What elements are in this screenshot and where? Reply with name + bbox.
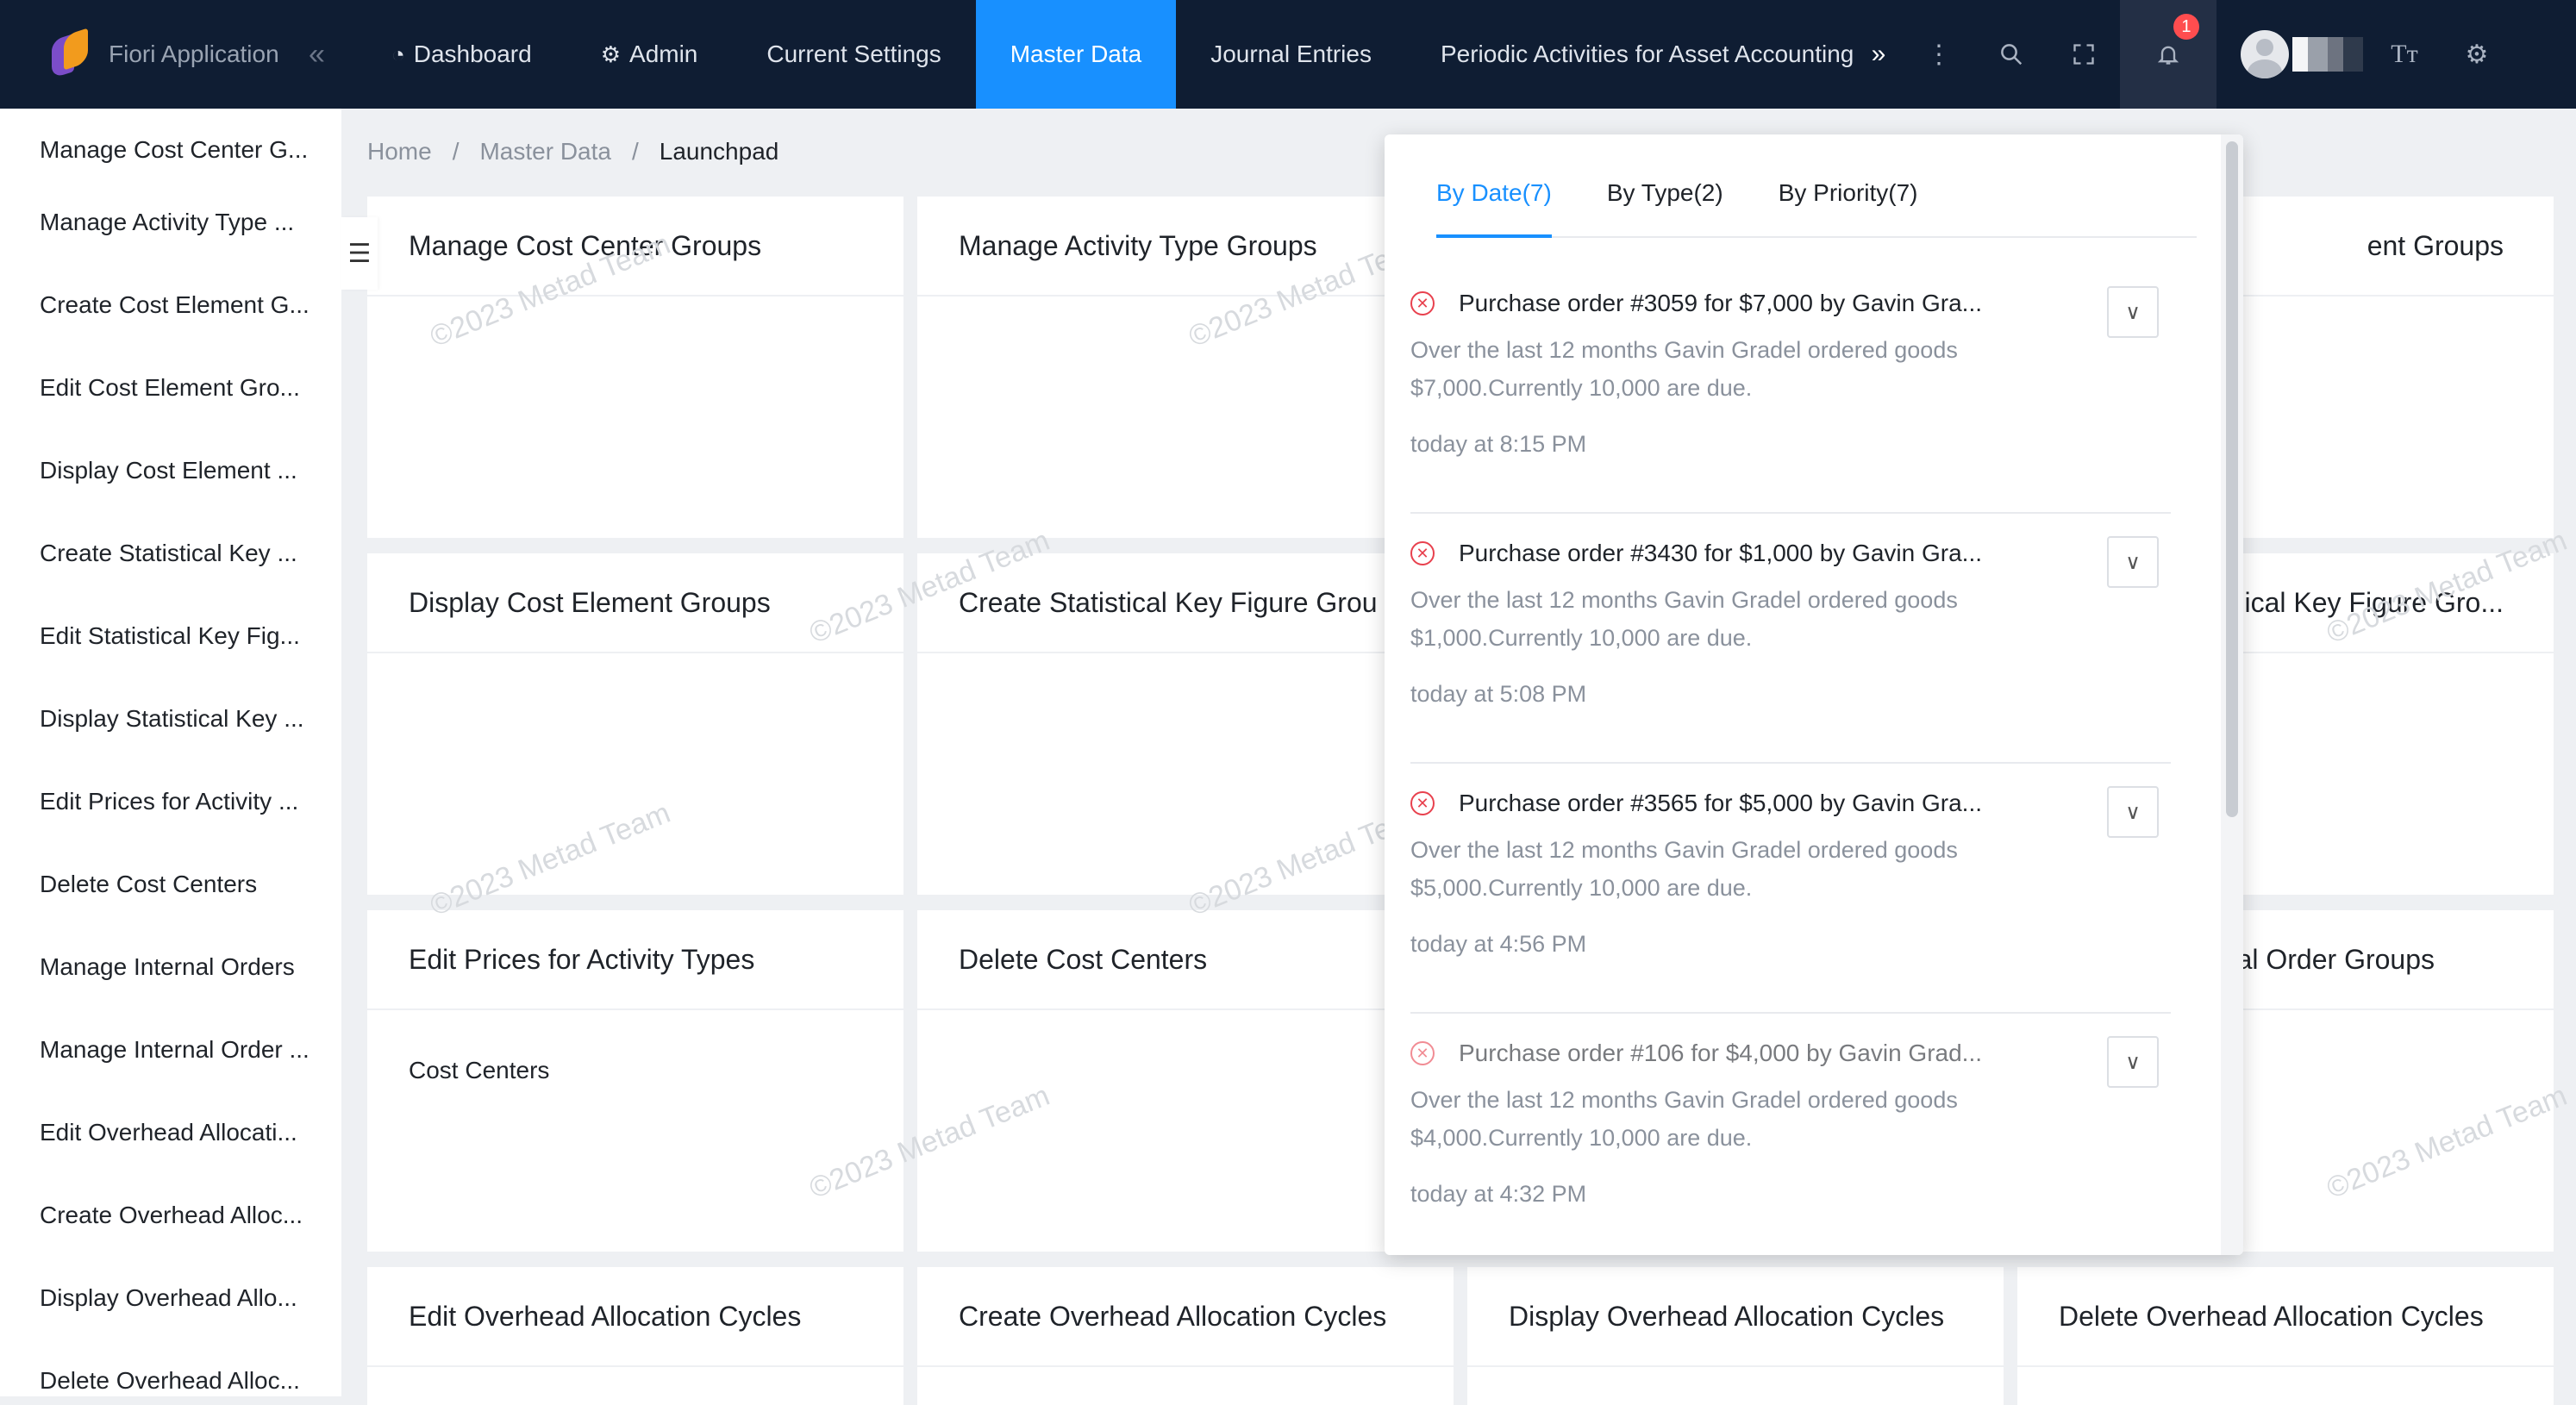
notification-bell-icon[interactable]: 1	[2119, 0, 2216, 109]
notification-time: today at 8:15 PM	[1410, 431, 1587, 457]
notification-popover: By Date(7) By Type(2) By Priority(7) ✕ P…	[1385, 134, 2243, 1255]
error-icon: ✕	[1410, 1041, 1435, 1065]
sidebar-item[interactable]: Create Cost Element G...	[0, 264, 341, 347]
sidebar-item[interactable]: Manage Internal Orders	[0, 926, 341, 1008]
sidebar-item[interactable]: Edit Cost Element Gro...	[0, 347, 341, 429]
sidebar-item[interactable]: Edit Statistical Key Fig...	[0, 595, 341, 678]
notification-count-badge: 1	[2173, 14, 2199, 40]
notification-title: Purchase order #3059 for $7,000 by Gavin…	[1459, 290, 1983, 316]
notification-item[interactable]: ✕ Purchase order #3430 for $1,000 by Gav…	[1410, 536, 2171, 764]
tile-title: Manage Cost Center Groups	[367, 197, 903, 297]
tab-current-settings[interactable]: Current Settings	[732, 0, 975, 109]
notification-title: Purchase order #3430 for $1,000 by Gavin…	[1459, 540, 1983, 566]
notification-description: Over the last 12 months Gavin Gradel ord…	[1410, 587, 1958, 651]
tile-title: Edit Prices for Activity Types	[367, 910, 903, 1010]
tile-title: Delete Cost Centers	[917, 910, 1454, 1010]
sidebar-item[interactable]: Manage Cost Center G...	[0, 119, 341, 181]
more-options-icon[interactable]: ⋮	[1903, 0, 1975, 109]
sidebar-item[interactable]: Edit Overhead Allocati...	[0, 1091, 341, 1174]
sidebar-item[interactable]: Manage Activity Type ...	[0, 181, 341, 264]
tab-journal-entries[interactable]: Journal Entries	[1176, 0, 1406, 109]
tile-title: Manage Activity Type Groups	[917, 197, 1454, 297]
sidebar-item[interactable]: Delete Cost Centers	[0, 843, 341, 926]
notification-time: today at 5:08 PM	[1410, 681, 1587, 707]
tile-delete-cost-centers[interactable]: Delete Cost Centers	[917, 910, 1454, 1252]
notification-title: Purchase order #3565 for $5,000 by Gavin…	[1459, 790, 1983, 816]
notification-description: Over the last 12 months Gavin Gradel ord…	[1410, 1087, 1958, 1151]
tab-admin[interactable]: ⚙ Admin	[566, 0, 733, 109]
chevron-down-icon[interactable]: ∨	[2107, 286, 2159, 338]
breadcrumb-current: Launchpad	[659, 138, 779, 165]
notification-item[interactable]: ✕ Purchase order #106 for $4,000 by Gavi…	[1410, 1036, 2171, 1255]
tile-title: Edit Overhead Allocation Cycles	[367, 1267, 903, 1367]
search-icon[interactable]	[1975, 0, 2048, 109]
app-logo[interactable]	[52, 28, 88, 79]
chevron-down-icon[interactable]: ∨	[2107, 1036, 2159, 1088]
app-title: Fiori Application	[109, 41, 279, 67]
avatar	[2240, 30, 2289, 78]
tile-edit-overhead-allocation-cycles[interactable]: Edit Overhead Allocation Cycles	[367, 1267, 903, 1405]
tile-display-cost-element-groups[interactable]: Display Cost Element Groups	[367, 553, 903, 895]
nav-more-icon[interactable]: »	[1854, 0, 1903, 109]
dashboard-icon: ◔	[391, 41, 405, 67]
collapse-sidebar-icon[interactable]: «	[309, 38, 357, 72]
breadcrumb-section[interactable]: Master Data	[479, 138, 611, 165]
font-size-icon[interactable]: Tт	[2368, 0, 2441, 109]
tab-by-type[interactable]: By Type(2)	[1607, 179, 1723, 236]
error-icon: ✕	[1410, 291, 1435, 315]
scrollbar-thumb[interactable]	[2226, 141, 2238, 817]
breadcrumb: Home / Master Data / Launchpad	[367, 134, 778, 169]
tile-title: Create Overhead Allocation Cycles	[917, 1267, 1454, 1367]
notification-time: today at 4:32 PM	[1410, 1181, 1587, 1207]
tab-periodic-activities[interactable]: Periodic Activities for Asset Accounting	[1406, 0, 1854, 109]
user-name-blurred	[2292, 37, 2363, 72]
chevron-down-icon[interactable]: ∨	[2107, 786, 2159, 838]
notification-title: Purchase order #106 for $4,000 by Gavin …	[1459, 1040, 1983, 1066]
main-nav: ◔ Dashboard ⚙ Admin Current Settings Mas…	[357, 0, 1854, 109]
gear-icon: ⚙	[600, 41, 622, 67]
tab-by-priority[interactable]: By Priority(7)	[1779, 179, 1918, 236]
notification-item[interactable]: ✕ Purchase order #3565 for $5,000 by Gav…	[1410, 786, 2171, 1014]
breadcrumb-separator: /	[452, 138, 460, 165]
tile-display-overhead-allocation-cycles[interactable]: Display Overhead Allocation Cycles	[1467, 1267, 2004, 1405]
tile-manage-activity-type-groups[interactable]: Manage Activity Type Groups	[917, 197, 1454, 538]
tile-title: Delete Overhead Allocation Cycles	[2017, 1267, 2554, 1367]
notification-tabs: By Date(7) By Type(2) By Priority(7)	[1436, 179, 2197, 238]
tile-title: Create Statistical Key Figure Grou	[917, 553, 1454, 653]
sidebar-item[interactable]: Create Statistical Key ...	[0, 512, 341, 595]
tab-by-date[interactable]: By Date(7)	[1436, 179, 1552, 238]
tile-create-overhead-allocation-cycles[interactable]: Create Overhead Allocation Cycles	[917, 1267, 1454, 1405]
notification-description: Over the last 12 months Gavin Gradel ord…	[1410, 337, 1958, 401]
settings-gear-icon[interactable]: ⚙	[2441, 0, 2513, 109]
breadcrumb-home[interactable]: Home	[367, 138, 432, 165]
error-icon: ✕	[1410, 791, 1435, 815]
tile-delete-overhead-allocation-cycles[interactable]: Delete Overhead Allocation Cycles	[2017, 1267, 2554, 1405]
tab-master-data[interactable]: Master Data	[975, 0, 1177, 109]
breadcrumb-separator: /	[631, 138, 639, 165]
tile-subtitle: Cost Centers	[409, 1057, 550, 1083]
sidebar-item[interactable]: Create Overhead Alloc...	[0, 1174, 341, 1257]
notification-item[interactable]: ✕ Purchase order #3059 for $7,000 by Gav…	[1410, 286, 2171, 514]
notification-time: today at 4:56 PM	[1410, 931, 1587, 957]
tile-title: Display Cost Element Groups	[367, 553, 903, 653]
fullscreen-icon[interactable]	[2048, 0, 2120, 109]
user-menu[interactable]	[2240, 30, 2368, 78]
sidebar-item[interactable]: Display Statistical Key ...	[0, 678, 341, 760]
sidebar-item[interactable]: Delete Overhead Alloc...	[0, 1339, 341, 1396]
sidebar: Manage Cost Center G... Manage Activity …	[0, 109, 341, 1396]
notification-description: Over the last 12 months Gavin Gradel ord…	[1410, 837, 1958, 901]
chevron-down-icon[interactable]: ∨	[2107, 536, 2159, 588]
list-toggle-icon[interactable]: ☰	[341, 217, 378, 290]
sidebar-item[interactable]: Manage Internal Order ...	[0, 1008, 341, 1091]
top-bar: Fiori Application « ◔ Dashboard ⚙ Admin …	[0, 0, 2576, 109]
tile-title: Display Overhead Allocation Cycles	[1467, 1267, 2004, 1367]
sidebar-item[interactable]: Edit Prices for Activity ...	[0, 760, 341, 843]
tile-manage-cost-center-groups[interactable]: Manage Cost Center Groups	[367, 197, 903, 538]
tile-edit-prices-for-activity-types[interactable]: Edit Prices for Activity Types Cost Cent…	[367, 910, 903, 1252]
tile-create-statistical-key-figure-groups[interactable]: Create Statistical Key Figure Grou	[917, 553, 1454, 895]
sidebar-item[interactable]: Display Overhead Allo...	[0, 1257, 341, 1339]
sidebar-item[interactable]: Display Cost Element ...	[0, 429, 341, 512]
error-icon: ✕	[1410, 541, 1435, 565]
tab-dashboard[interactable]: ◔ Dashboard	[357, 0, 566, 109]
